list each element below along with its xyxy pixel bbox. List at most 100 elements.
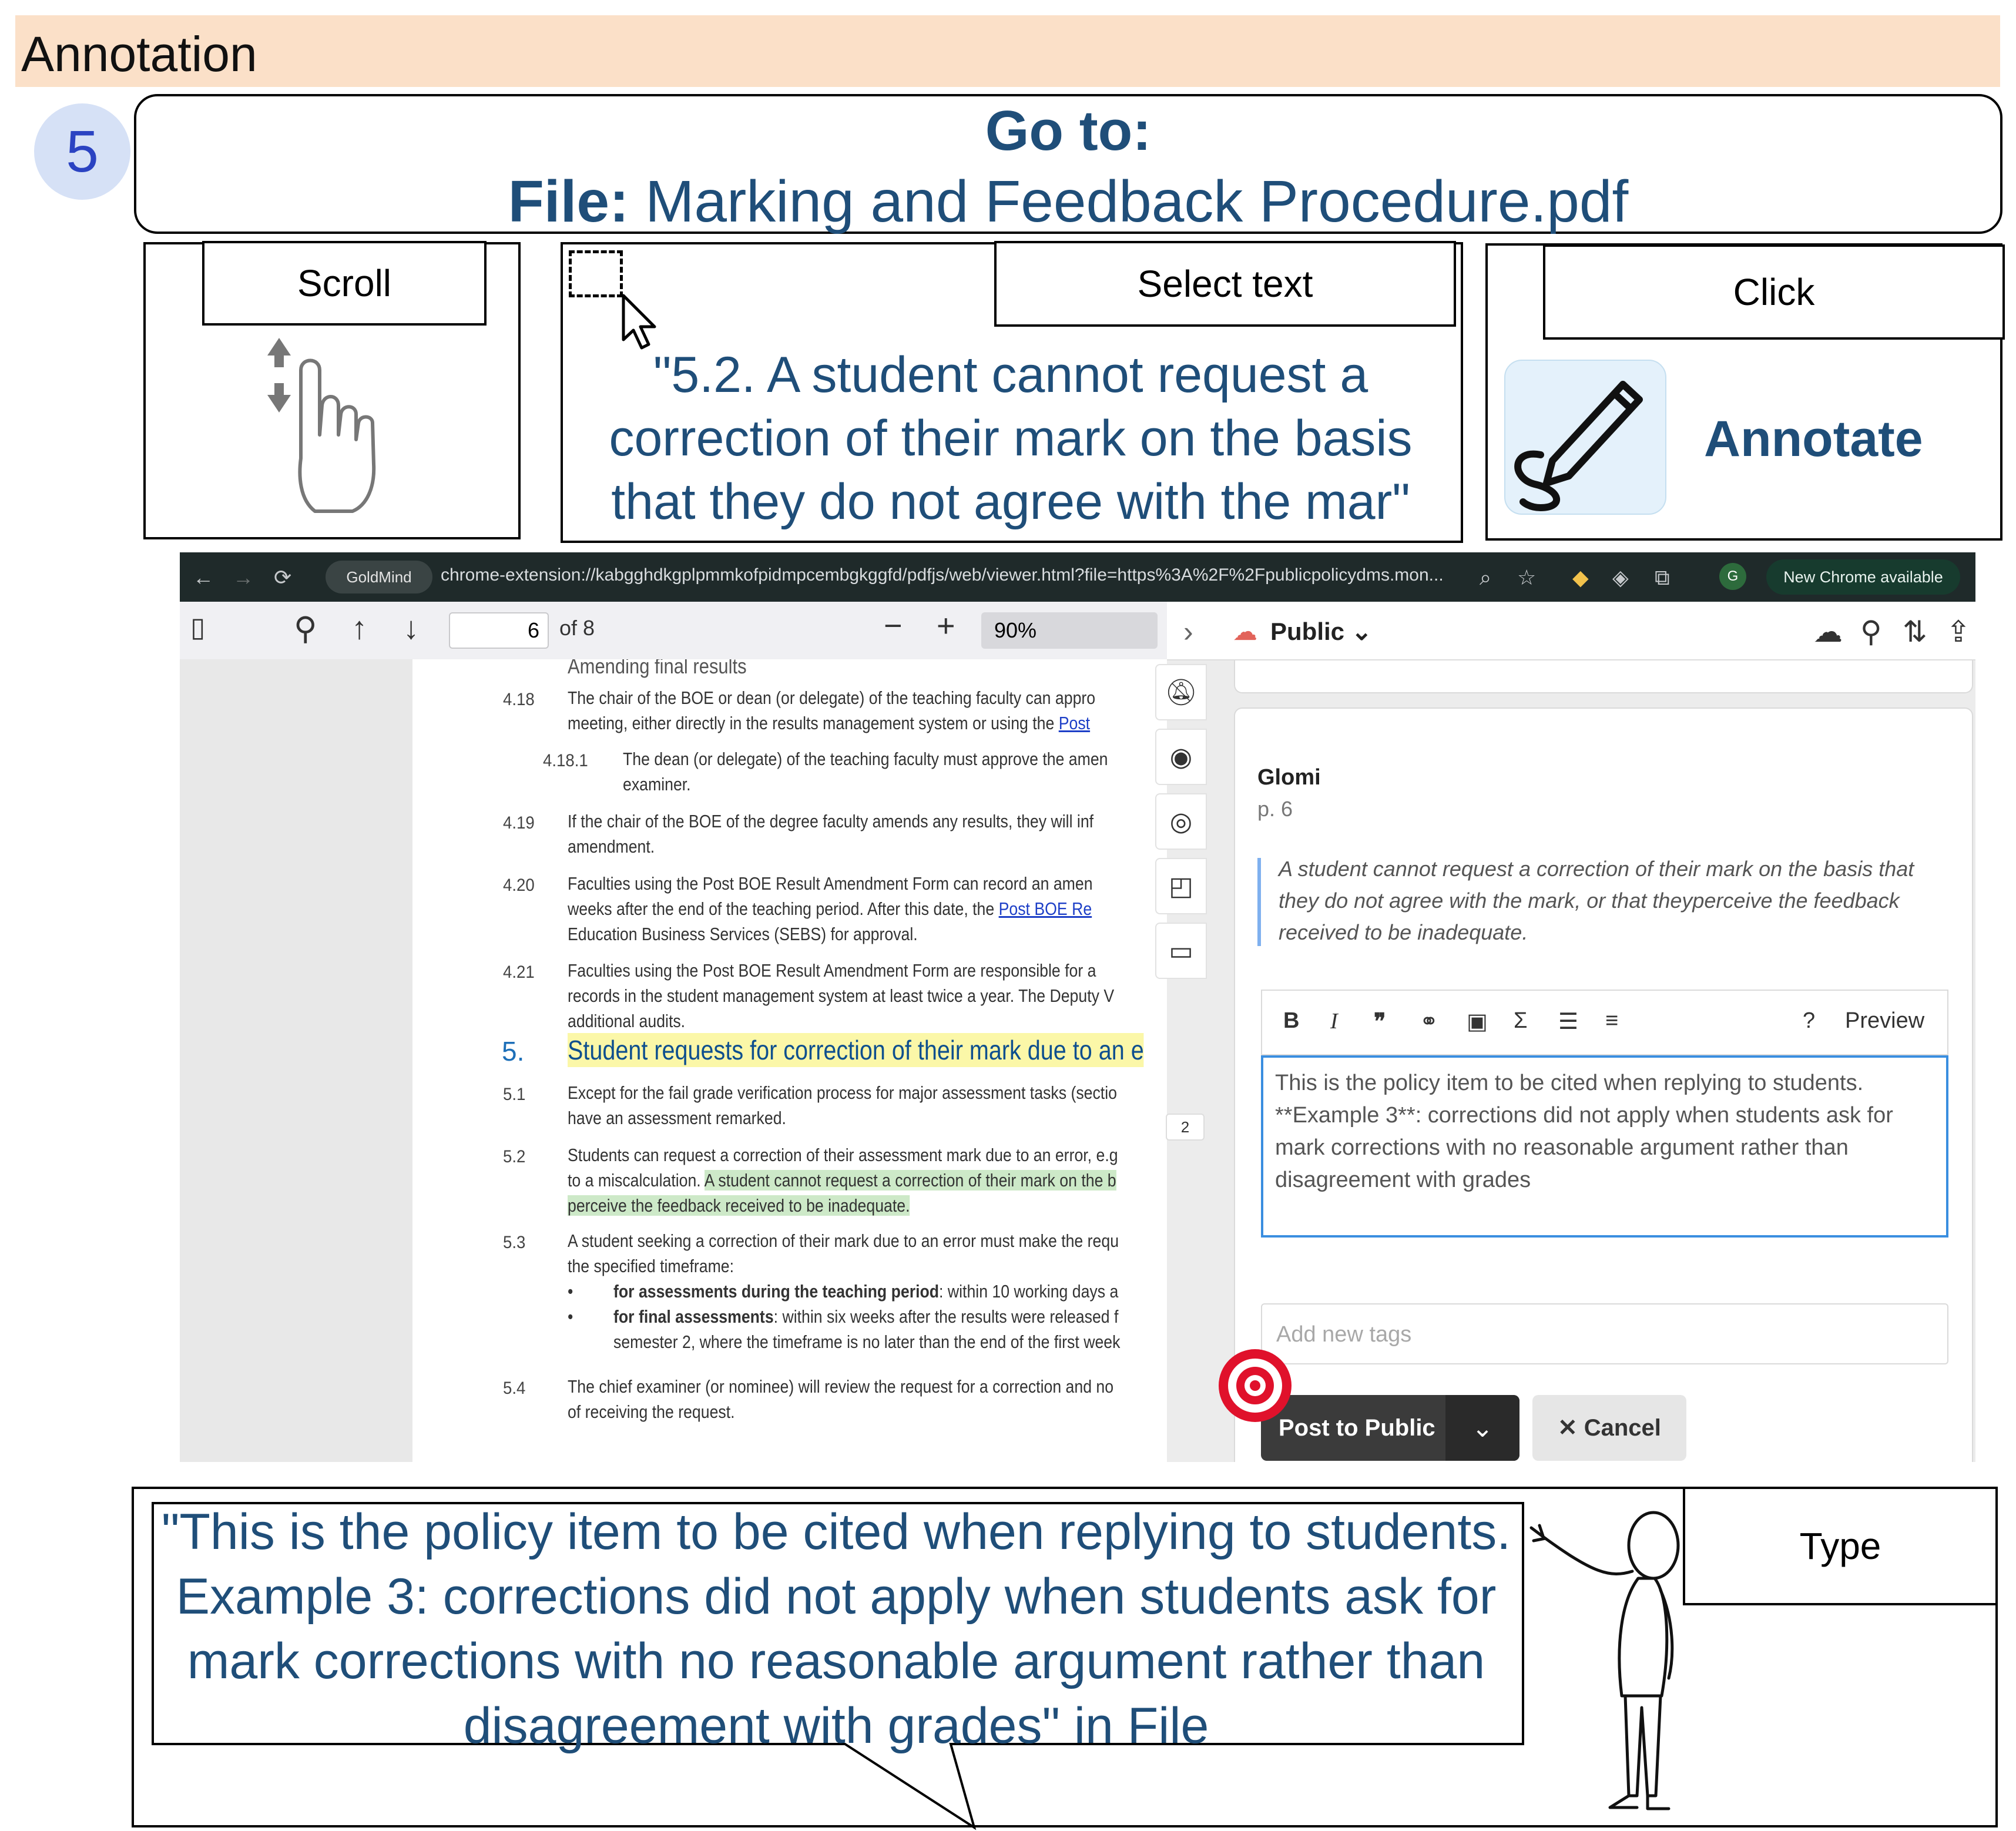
tags-input[interactable]: Add new tags [1261, 1303, 1948, 1364]
row-number: 4.19 [503, 813, 535, 833]
group-selector[interactable]: Public ⌄ [1270, 617, 1372, 646]
highlighted-text[interactable]: perceive the feedback received to be ina… [568, 1195, 910, 1216]
annotation-quote: A student cannot request a correction of… [1279, 857, 1914, 944]
row-text-part: meeting, either directly in the results … [568, 713, 1059, 733]
zoom-select[interactable]: 90% [981, 612, 1158, 649]
section-title: Student requests for correction of their… [568, 1033, 1144, 1067]
cancel-button[interactable]: ✕ Cancel [1532, 1395, 1686, 1461]
bold-icon[interactable]: B [1283, 1008, 1299, 1034]
back-arrow-icon[interactable]: ← [193, 565, 214, 590]
image-icon[interactable]: ▣ [1467, 1008, 1488, 1035]
row-text: A student seeking a correction of their … [568, 1230, 1119, 1251]
goto-file: File: Marking and Feedback Procedure.pdf [134, 168, 2002, 236]
sort-icon[interactable]: ⇅ [1903, 615, 1927, 649]
highlighted-text[interactable]: A student cannot request a correction of… [704, 1170, 1116, 1191]
row-text: Except for the fail grade verification p… [568, 1082, 1117, 1103]
pdf-heading-cut: Amending final results [568, 659, 747, 678]
bullet-text: for assessments during the teaching peri… [613, 1279, 1118, 1304]
page-count: of 8 [559, 616, 595, 640]
bullet-rest: : within six weeks after the results wer… [773, 1306, 1119, 1327]
extension-icon[interactable]: ⧉ [1655, 565, 1670, 591]
note-icon[interactable]: ◰ [1155, 858, 1207, 914]
group-icon: ☁ [1233, 618, 1257, 645]
type-label: Type [1683, 1487, 1998, 1605]
annotation-count-badge[interactable]: 2 [1166, 1114, 1205, 1141]
extension-icon[interactable]: ◆ [1572, 565, 1589, 590]
url-text[interactable]: chrome-extension://kabgghdkgplpmmkofpidm… [441, 565, 1444, 585]
close-icon: ✕ [1558, 1415, 1584, 1441]
scroll-label: Scroll [202, 241, 487, 326]
record-icon[interactable]: ◉ [1155, 729, 1207, 785]
bell-off-icon[interactable]: 🔕︎ [1155, 664, 1207, 720]
selection-marquee [569, 250, 623, 297]
post-button-label: Post to Public [1279, 1415, 1435, 1441]
bullet-rest: : within 10 working days a [939, 1281, 1119, 1302]
row-text: the specified timeframe: [568, 1256, 734, 1276]
row-number: 4.21 [503, 963, 535, 982]
annotate-button[interactable] [1504, 360, 1666, 515]
row-number: 4.18.1 [543, 751, 588, 770]
bullet-text: semester 2, where the timeframe is no la… [613, 1332, 1121, 1352]
row-number: 5.2 [503, 1147, 526, 1166]
upload-cloud-icon[interactable]: ☁ [1813, 615, 1843, 649]
reload-icon[interactable]: ⟳ [274, 565, 291, 590]
row-text: amendment. [568, 836, 655, 857]
cursor-icon [622, 294, 656, 350]
forward-arrow-icon[interactable]: → [233, 565, 254, 590]
pdf-link[interactable]: Post BOE Re [999, 898, 1092, 919]
row-text: additional audits. [568, 1011, 686, 1031]
eye-icon[interactable]: ◎ [1155, 793, 1207, 850]
row-text: of receiving the request. [568, 1401, 735, 1422]
file-label: File: [508, 169, 629, 234]
section-banner: Annotation [15, 15, 2000, 87]
click-label: Click [1543, 244, 2005, 340]
row-text: weeks after the end of the teaching peri… [568, 896, 1092, 921]
file-name: Marking and Feedback Procedure.pdf [645, 169, 1629, 234]
banner-title: Annotation [21, 26, 257, 82]
preview-button[interactable]: Preview [1845, 1008, 1924, 1034]
plus-icon[interactable]: + [937, 608, 955, 644]
row-text: records in the student management system… [568, 985, 1115, 1006]
chevron-down-icon[interactable]: ⌄ [1445, 1395, 1519, 1461]
sidebar-toggle-icon[interactable]: ▯ [190, 611, 205, 643]
row-text: perceive the feedback received to be ina… [568, 1193, 910, 1218]
search-icon[interactable]: ⚲ [1860, 615, 1882, 649]
row-number: 4.20 [503, 876, 535, 895]
browser-screenshot: ← → ⟳ GoldMind chrome-extension://kabggh… [180, 552, 1975, 1462]
annotation-page-ref[interactable]: p. 6 [1257, 797, 1293, 821]
pdf-link[interactable]: Post [1059, 713, 1090, 733]
zoom-icon[interactable]: ⌕ [1480, 565, 1491, 591]
row-number: 5.4 [503, 1379, 526, 1398]
italic-icon[interactable]: I [1330, 1008, 1338, 1034]
bullet-list-icon[interactable]: ≡ [1605, 1008, 1618, 1034]
new-chrome-button[interactable]: New Chrome available [1766, 559, 1960, 595]
extension-chip[interactable]: GoldMind [326, 561, 432, 593]
sigma-icon[interactable]: Σ [1514, 1008, 1528, 1034]
row-text: Education Business Services (SEBS) for a… [568, 924, 918, 944]
annotation-author[interactable]: Glomi [1257, 765, 1321, 790]
person-pointing-icon [1529, 1511, 1680, 1810]
share-icon[interactable]: ⇪ [1946, 615, 1971, 649]
page-number-input[interactable]: 6 [449, 612, 549, 649]
star-icon[interactable]: ☆ [1517, 565, 1536, 590]
help-icon[interactable]: ? [1803, 1008, 1815, 1034]
annotation-editor-text[interactable]: This is the policy item to be cited when… [1275, 1067, 1939, 1196]
annotate-label: Annotate [1704, 411, 1923, 467]
minus-icon[interactable]: − [884, 608, 903, 644]
ordered-list-icon[interactable]: ☰ [1558, 1008, 1578, 1035]
pdf-toolbar: ▯ ⚲ ↑ ↓ 6 of 8 − + 90% [180, 602, 1167, 659]
bullet-bold: for final assessments [613, 1306, 774, 1327]
comment-icon[interactable]: ▭ [1155, 923, 1207, 979]
avatar[interactable]: G [1719, 563, 1746, 590]
chevron-right-icon[interactable]: › [1183, 615, 1193, 649]
link-icon[interactable]: ⚭ [1420, 1008, 1438, 1035]
down-arrow-icon[interactable]: ↓ [403, 610, 419, 646]
extension-icon[interactable]: ◈ [1612, 565, 1629, 590]
row-text: The dean (or delegate) of the teaching f… [623, 749, 1108, 769]
search-icon[interactable]: ⚲ [294, 610, 317, 647]
quote-icon[interactable]: ❞ [1374, 1008, 1386, 1035]
up-arrow-icon[interactable]: ↑ [351, 610, 367, 646]
row-text: The chief examiner (or nominee) will rev… [568, 1376, 1114, 1397]
row-text: Students can request a correction of the… [568, 1145, 1118, 1165]
goto-title: Go to: [985, 99, 1152, 162]
